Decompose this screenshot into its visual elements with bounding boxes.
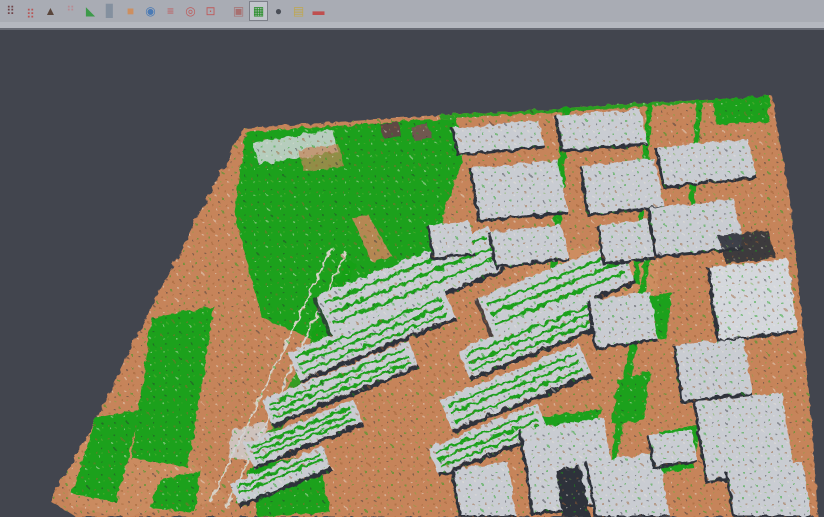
green-hill-icon: ◣ <box>86 5 95 17</box>
terrain-tile <box>40 88 824 517</box>
flag-button[interactable]: ▬ <box>310 2 327 20</box>
sparse-points-icon: ⠛ <box>66 5 75 17</box>
profile-column-button[interactable]: ▊ <box>102 2 119 20</box>
point-cloud-button[interactable]: ⠿ <box>2 2 19 20</box>
point-cloud-scene <box>0 30 824 517</box>
layers-button[interactable]: ≡ <box>162 2 179 20</box>
viewport-3d[interactable] <box>0 30 824 517</box>
globe-icon: ◉ <box>145 5 155 17</box>
sphere-icon: ● <box>275 5 282 17</box>
sparse-points-button[interactable]: ⠛ <box>62 2 79 20</box>
classification-button[interactable]: ▦ <box>250 2 267 20</box>
ortho-tile-button[interactable]: ■ <box>122 2 139 20</box>
scatter-points-icon: ⣶ <box>26 5 35 17</box>
clip-box-icon: ▣ <box>233 5 244 17</box>
target-icon: ◎ <box>185 5 195 17</box>
clip-box-button[interactable]: ▣ <box>230 2 247 20</box>
globe-button[interactable]: ◉ <box>142 2 159 20</box>
sphere-button[interactable]: ● <box>270 2 287 20</box>
selection-box-icon: ⊡ <box>205 5 215 17</box>
green-hill-button[interactable]: ◣ <box>82 2 99 20</box>
toolbar-separator <box>0 22 824 30</box>
layers-icon: ≡ <box>167 5 174 17</box>
target-button[interactable]: ◎ <box>182 2 199 20</box>
terrain-mountain-icon: ▲ <box>45 5 57 17</box>
selection-box-button[interactable]: ⊡ <box>202 2 219 20</box>
speckle-overlay <box>40 88 824 517</box>
point-cloud-icon: ⠿ <box>6 5 15 17</box>
classification-icon: ▦ <box>253 5 264 17</box>
ortho-tile-icon: ■ <box>127 5 134 17</box>
report-icon: ▤ <box>293 5 304 17</box>
terrain-mountain-button[interactable]: ▲ <box>42 2 59 20</box>
report-button[interactable]: ▤ <box>290 2 307 20</box>
toolbar: ⠿ ⣶ ▲ ⠛ ◣ ▊ ■ ◉ ≡ ◎ ⊡ ▣ ▦ ● ▤ ▬ <box>0 0 824 22</box>
profile-column-icon: ▊ <box>106 5 115 17</box>
scatter-points-button[interactable]: ⣶ <box>22 2 39 20</box>
flag-icon: ▬ <box>313 5 325 17</box>
